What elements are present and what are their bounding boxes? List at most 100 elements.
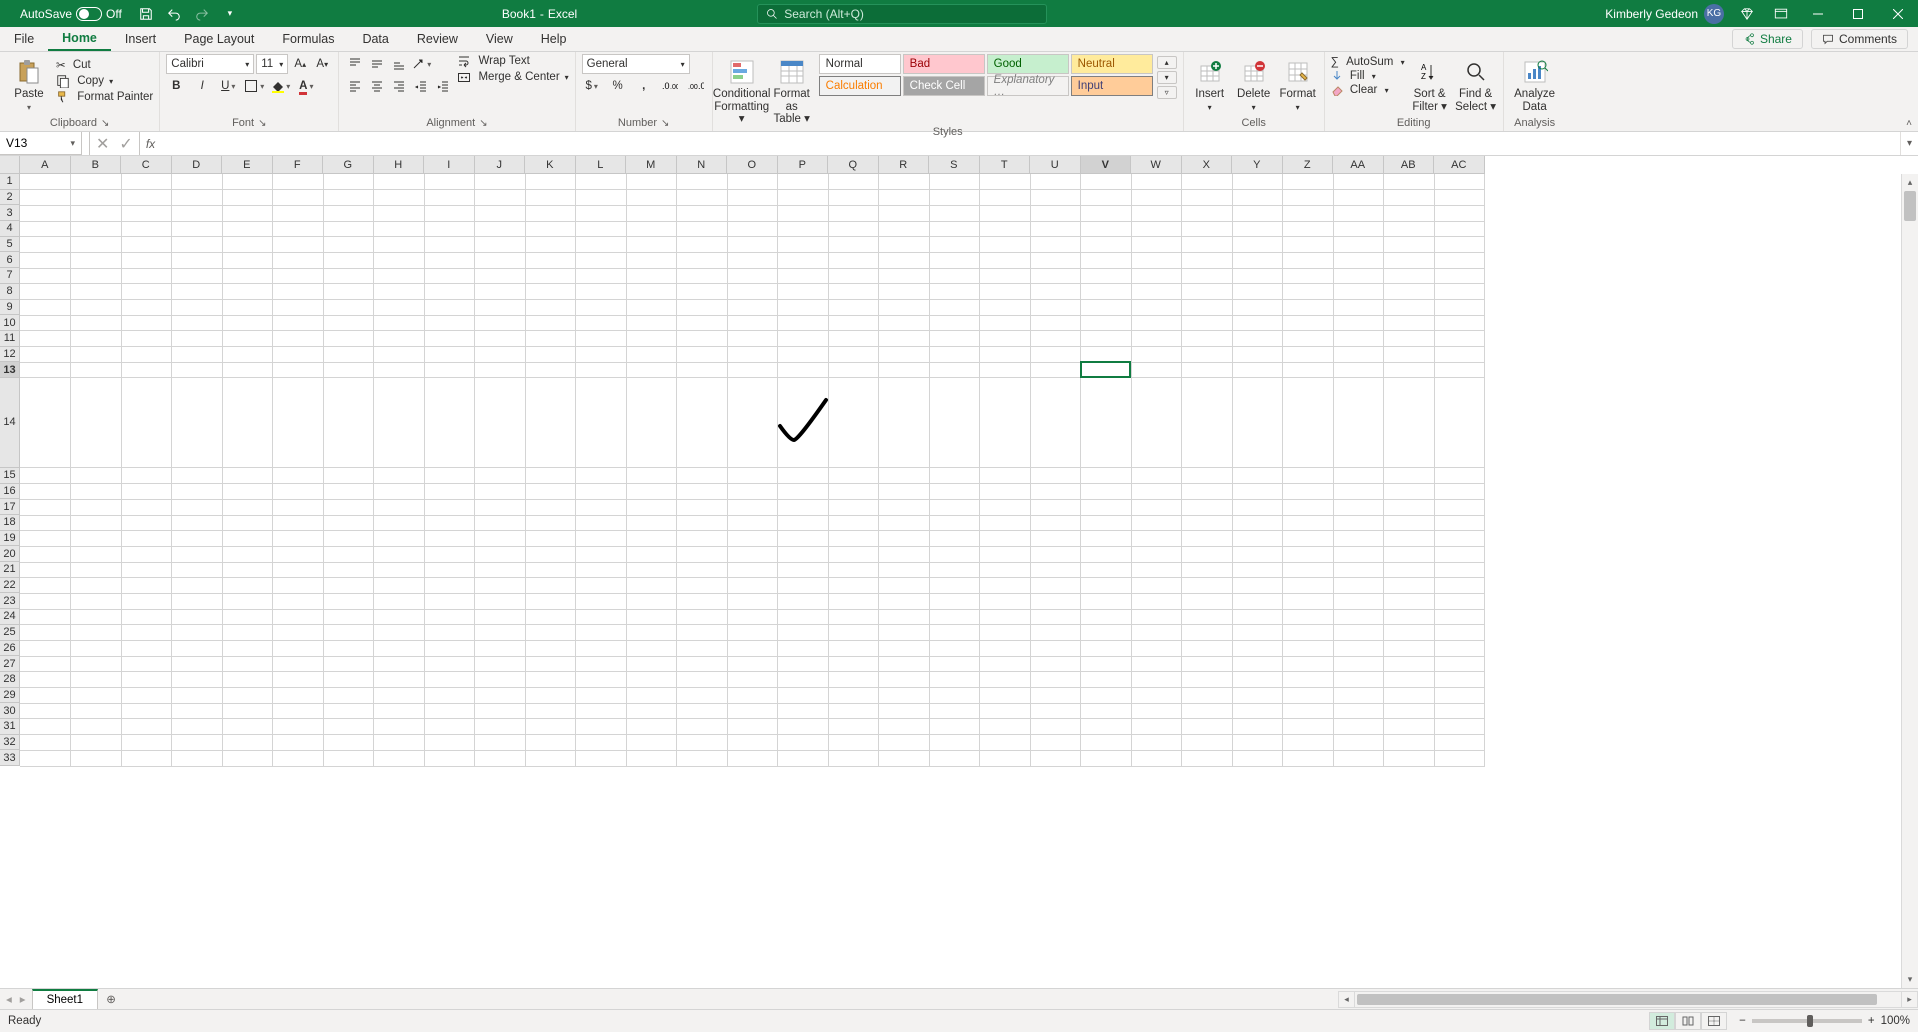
borders-button[interactable] bbox=[244, 76, 264, 96]
cell[interactable] bbox=[677, 237, 728, 253]
cell[interactable] bbox=[525, 703, 576, 719]
autosave-switch-icon[interactable] bbox=[76, 7, 102, 21]
cell[interactable] bbox=[1434, 284, 1485, 300]
cell[interactable] bbox=[1081, 268, 1132, 284]
cell[interactable] bbox=[828, 750, 879, 766]
cell[interactable] bbox=[1283, 578, 1334, 594]
cell[interactable] bbox=[475, 735, 526, 751]
cell[interactable] bbox=[323, 609, 374, 625]
cell[interactable] bbox=[727, 362, 778, 378]
cell[interactable] bbox=[778, 625, 829, 641]
cell[interactable] bbox=[677, 578, 728, 594]
cell[interactable] bbox=[1232, 750, 1283, 766]
accounting-format-button[interactable]: $ bbox=[582, 76, 602, 96]
cell[interactable] bbox=[20, 284, 71, 300]
undo-button[interactable] bbox=[162, 3, 186, 25]
cell[interactable] bbox=[1384, 221, 1435, 237]
cell[interactable] bbox=[1131, 331, 1182, 347]
cell[interactable] bbox=[71, 362, 122, 378]
cell[interactable] bbox=[525, 562, 576, 578]
font-color-button[interactable]: A bbox=[296, 76, 316, 96]
cell[interactable] bbox=[1131, 656, 1182, 672]
cell[interactable] bbox=[1030, 641, 1081, 657]
row-header[interactable]: 1 bbox=[0, 174, 20, 190]
number-launcher-icon[interactable]: ↘ bbox=[661, 118, 669, 129]
cell[interactable] bbox=[1384, 641, 1435, 657]
cell[interactable] bbox=[323, 688, 374, 704]
cell[interactable] bbox=[828, 237, 879, 253]
cell[interactable] bbox=[828, 593, 879, 609]
percent-format-button[interactable]: % bbox=[608, 76, 628, 96]
cell[interactable] bbox=[323, 252, 374, 268]
column-header[interactable]: C bbox=[121, 156, 172, 174]
cell[interactable] bbox=[980, 174, 1031, 190]
cell[interactable] bbox=[828, 609, 879, 625]
cell[interactable] bbox=[1333, 578, 1384, 594]
cell[interactable] bbox=[121, 468, 172, 484]
cell[interactable] bbox=[1333, 347, 1384, 363]
cell[interactable] bbox=[273, 221, 324, 237]
cell[interactable] bbox=[1182, 625, 1233, 641]
row-header[interactable]: 5 bbox=[0, 237, 20, 253]
clear-dropdown-icon[interactable]: ▾ bbox=[1385, 86, 1389, 95]
cell[interactable] bbox=[20, 347, 71, 363]
cell[interactable] bbox=[222, 221, 273, 237]
cell[interactable] bbox=[1131, 750, 1182, 766]
cell[interactable] bbox=[1384, 300, 1435, 316]
cell[interactable] bbox=[1333, 656, 1384, 672]
cell[interactable] bbox=[121, 174, 172, 190]
cell[interactable] bbox=[1232, 688, 1283, 704]
cell[interactable] bbox=[576, 347, 627, 363]
cell[interactable] bbox=[879, 347, 930, 363]
cell[interactable] bbox=[273, 562, 324, 578]
cell[interactable] bbox=[576, 205, 627, 221]
cell[interactable] bbox=[980, 378, 1031, 468]
cell[interactable] bbox=[1232, 284, 1283, 300]
cell[interactable] bbox=[626, 190, 677, 206]
cell[interactable] bbox=[1384, 174, 1435, 190]
fill-button[interactable]: Fill ▾ bbox=[1331, 70, 1405, 82]
cell[interactable] bbox=[1131, 688, 1182, 704]
column-header[interactable]: B bbox=[71, 156, 122, 174]
cell[interactable] bbox=[1283, 237, 1334, 253]
cell[interactable] bbox=[626, 593, 677, 609]
cell[interactable] bbox=[1283, 174, 1334, 190]
row-header[interactable]: 10 bbox=[0, 315, 20, 331]
cell[interactable] bbox=[1081, 750, 1132, 766]
cell[interactable] bbox=[222, 468, 273, 484]
tab-page-layout[interactable]: Page Layout bbox=[170, 27, 268, 51]
cell[interactable] bbox=[475, 378, 526, 468]
cell[interactable] bbox=[1333, 515, 1384, 531]
cell[interactable] bbox=[121, 703, 172, 719]
cell[interactable] bbox=[121, 593, 172, 609]
cell[interactable] bbox=[71, 719, 122, 735]
row-header[interactable]: 17 bbox=[0, 499, 20, 515]
cell[interactable] bbox=[929, 268, 980, 284]
cell[interactable] bbox=[424, 362, 475, 378]
cell[interactable] bbox=[1131, 190, 1182, 206]
cell[interactable] bbox=[1333, 641, 1384, 657]
cell[interactable] bbox=[1081, 378, 1132, 468]
cell[interactable] bbox=[1131, 546, 1182, 562]
cell[interactable] bbox=[323, 656, 374, 672]
cell[interactable] bbox=[525, 315, 576, 331]
cell[interactable] bbox=[576, 174, 627, 190]
cell[interactable] bbox=[1283, 719, 1334, 735]
cell[interactable] bbox=[1081, 625, 1132, 641]
cell[interactable] bbox=[20, 515, 71, 531]
cell[interactable] bbox=[273, 672, 324, 688]
cell[interactable] bbox=[1333, 703, 1384, 719]
cell[interactable] bbox=[20, 719, 71, 735]
cell[interactable] bbox=[1333, 174, 1384, 190]
cell[interactable] bbox=[677, 378, 728, 468]
cell[interactable] bbox=[273, 190, 324, 206]
view-normal-button[interactable] bbox=[1649, 1012, 1675, 1030]
cell[interactable] bbox=[1081, 735, 1132, 751]
font-size-dropdown-icon[interactable]: ▾ bbox=[279, 60, 283, 69]
cell[interactable] bbox=[1030, 735, 1081, 751]
row-header[interactable]: 3 bbox=[0, 205, 20, 221]
cell[interactable] bbox=[1384, 347, 1435, 363]
cell[interactable] bbox=[1030, 625, 1081, 641]
format-as-table-button[interactable]: Format asTable ▾ bbox=[769, 54, 815, 126]
cell[interactable] bbox=[374, 750, 425, 766]
